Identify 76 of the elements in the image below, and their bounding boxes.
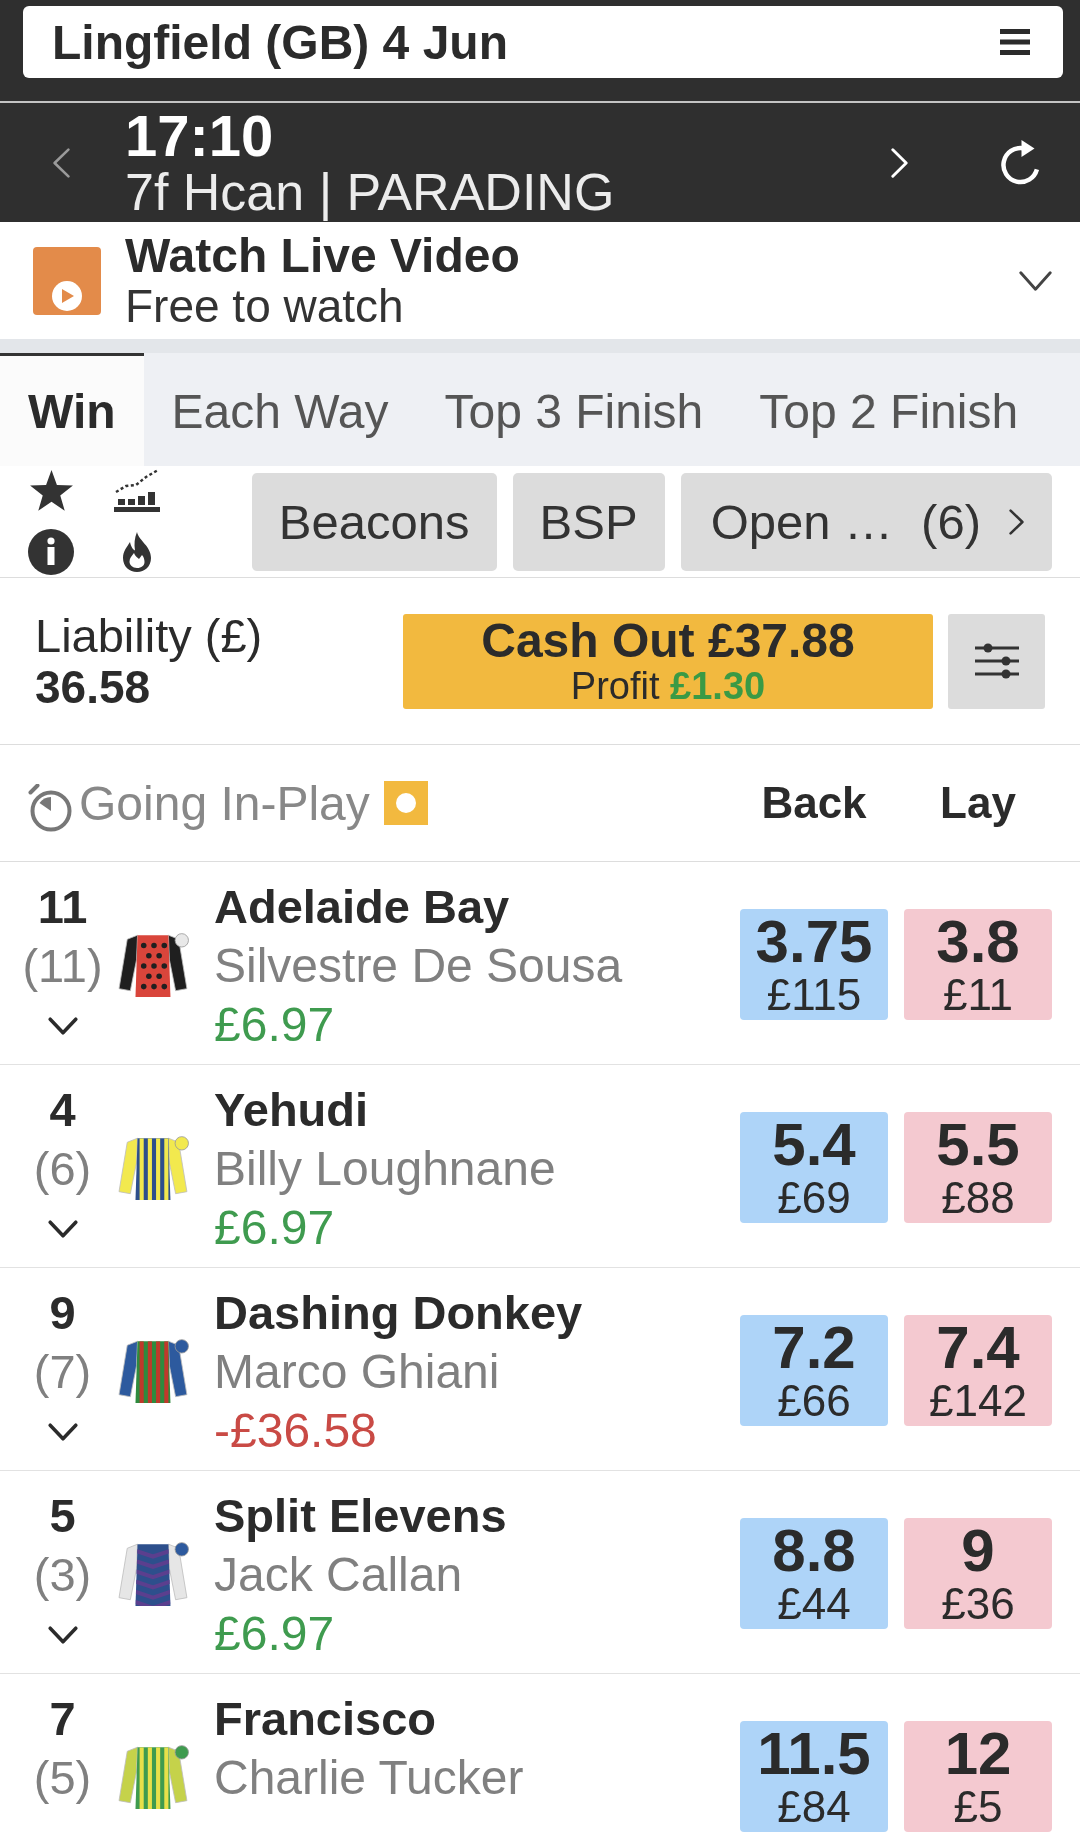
race-status: 7f Hcan | PARADING — [125, 164, 615, 219]
market-tab[interactable]: Each Way — [143, 353, 417, 466]
profit-loss: -£36.58 — [214, 1403, 377, 1459]
cloth-number: 7 — [49, 1691, 76, 1747]
chevron-left-icon[interactable] — [53, 147, 70, 178]
chevron-down-icon[interactable] — [1019, 270, 1052, 291]
jockey-silks-icon — [118, 932, 190, 998]
jockey-name: Silvestre De Sousa — [214, 938, 623, 994]
cash-out-button[interactable]: Cash Out £37.88 Profit £1.30 — [403, 613, 933, 709]
lay-column-label: Lay — [940, 778, 1016, 827]
jockey-name: Jack Callan — [214, 1547, 463, 1603]
market-tab[interactable]: Win — [0, 353, 144, 466]
jockey-silks-icon — [118, 1338, 190, 1404]
market-tab[interactable]: Top 2 Finish — [731, 353, 1047, 466]
jockey-name: Charlie Tucker — [214, 1750, 524, 1806]
filter-button[interactable]: BSP — [512, 472, 665, 571]
stopwatch-icon — [28, 784, 72, 832]
back-price-button[interactable]: 11.5 £84 — [740, 1721, 888, 1832]
jockey-name: Billy Loughnane — [214, 1141, 556, 1197]
cloth-number: 9 — [49, 1285, 76, 1341]
chevron-down-icon[interactable] — [47, 1017, 78, 1035]
chart-icon[interactable] — [114, 468, 160, 512]
stall-number: (7) — [33, 1344, 92, 1400]
chevron-down-icon[interactable] — [47, 1423, 78, 1441]
horse-name: Split Elevens — [214, 1488, 507, 1544]
cloth-number: 11 — [37, 879, 88, 935]
video-subtitle: Free to watch — [125, 280, 404, 331]
sliders-icon — [974, 643, 1019, 679]
market-tab[interactable]: Top 3 Finish — [416, 353, 732, 466]
jockey-silks-icon — [118, 1541, 190, 1607]
horse-name: Adelaide Bay — [214, 879, 510, 935]
back-column-label: Back — [761, 778, 867, 827]
video-title: Watch Live Video — [125, 230, 520, 281]
lay-price-button[interactable]: 3.8 £11 — [904, 909, 1052, 1020]
cloth-number: 4 — [49, 1082, 76, 1138]
back-price-button[interactable]: 3.75 £115 — [740, 909, 888, 1020]
info-icon[interactable] — [28, 529, 74, 575]
star-icon[interactable] — [29, 469, 73, 511]
profit-loss: £6.97 — [214, 997, 335, 1053]
liability-value: 36.58 — [35, 662, 151, 712]
back-price-button[interactable]: 8.8 £44 — [740, 1518, 888, 1629]
stall-number: (11) — [22, 938, 103, 994]
jockey-name: Marco Ghiani — [214, 1344, 500, 1400]
back-price-button[interactable]: 7.2 £66 — [740, 1315, 888, 1426]
profit-loss: £6.97 — [214, 1606, 335, 1662]
dot-badge-icon — [383, 781, 428, 825]
venue-selector[interactable]: Lingfield (GB) 4 Jun — [23, 6, 1063, 78]
horse-name: Yehudi — [214, 1082, 369, 1138]
horse-name: Francisco — [214, 1691, 437, 1747]
stall-number: (5) — [33, 1750, 92, 1806]
race-time: 17:10 — [125, 106, 274, 165]
lay-price-button[interactable]: 9 £36 — [904, 1518, 1052, 1629]
market-status: Going In-Play — [79, 775, 370, 831]
lay-price-button[interactable]: 7.4 £142 — [904, 1315, 1052, 1426]
horse-name: Dashing Donkey — [214, 1285, 583, 1341]
chevron-right-icon — [1009, 508, 1024, 535]
stall-number: (3) — [33, 1547, 92, 1603]
profit-loss: £6.97 — [214, 1200, 335, 1256]
lay-price-button[interactable]: 12 £5 — [904, 1721, 1052, 1832]
play-video-icon[interactable] — [33, 246, 101, 315]
more-button[interactable]: Open … (6) — [680, 472, 1052, 571]
chevron-down-icon[interactable] — [47, 1220, 78, 1238]
stall-number: (6) — [33, 1141, 92, 1197]
lay-price-button[interactable]: 5.5 £88 — [904, 1112, 1052, 1223]
jockey-silks-icon — [118, 1744, 190, 1810]
chevron-down-icon[interactable] — [47, 1626, 78, 1644]
chevron-right-icon[interactable] — [891, 147, 908, 178]
filter-button[interactable]: Beacons — [251, 472, 497, 571]
cloth-number: 5 — [49, 1488, 76, 1544]
settings-button[interactable] — [948, 613, 1045, 709]
flame-icon[interactable] — [122, 532, 152, 572]
jockey-silks-icon — [118, 1135, 190, 1201]
refresh-icon[interactable] — [1000, 140, 1041, 185]
back-price-button[interactable]: 5.4 £69 — [740, 1112, 888, 1223]
liability-label: Liability (£) — [35, 610, 263, 662]
menu-icon[interactable] — [1000, 29, 1030, 55]
